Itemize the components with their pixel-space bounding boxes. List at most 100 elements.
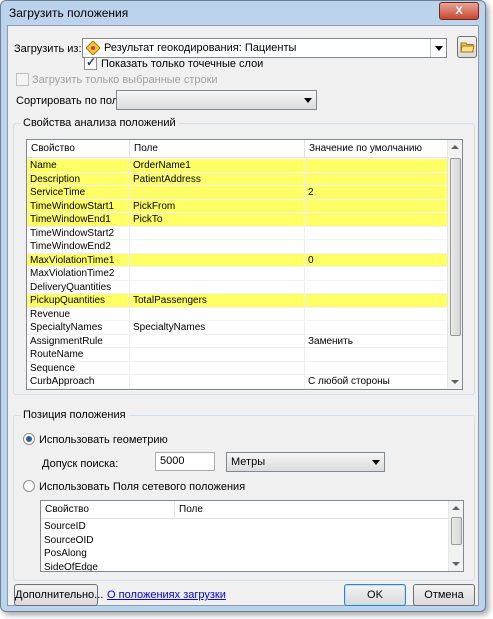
sort-by-combo[interactable]	[116, 90, 317, 110]
table-cell-property[interactable]: MaxViolationTime1	[27, 253, 130, 267]
column-header-default[interactable]: Значение по умолчанию	[305, 140, 449, 158]
table-cell-field[interactable]	[130, 361, 305, 375]
table-cell-property[interactable]: TimeWindowStart1	[27, 199, 130, 213]
table-cell-field[interactable]	[175, 534, 450, 548]
table-cell-field[interactable]	[130, 334, 305, 348]
table-cell-default[interactable]: С любой стороны	[305, 375, 449, 389]
chevron-down-icon[interactable]	[368, 453, 384, 471]
table-row[interactable]: SourceOID	[41, 534, 450, 548]
table-row[interactable]: Name OrderName1	[27, 159, 449, 173]
table-cell-property[interactable]: SourceOID	[41, 534, 175, 548]
table-row[interactable]: Sequence	[27, 361, 449, 375]
table-row[interactable]: DeliveryQuantities	[27, 280, 449, 294]
table-cell-field[interactable]: PickTo	[130, 213, 305, 227]
table-row[interactable]: MaxViolationTime2	[27, 267, 449, 281]
table-cell-field[interactable]	[130, 307, 305, 321]
table-row[interactable]: RouteName	[27, 348, 449, 362]
close-button[interactable]: X	[439, 2, 479, 20]
advanced-button[interactable]: Дополнительно...	[14, 584, 103, 606]
table-cell-default[interactable]	[305, 321, 449, 335]
table-cell-property[interactable]: ServiceTime	[27, 186, 130, 200]
table-cell-property[interactable]: SpecialtyNames	[27, 321, 130, 335]
scroll-up-icon[interactable]	[452, 506, 460, 510]
table-cell-property[interactable]: Revenue	[27, 307, 130, 321]
table-row[interactable]: ServiceTime 2	[27, 186, 449, 200]
table-cell-field[interactable]: PatientAddress	[130, 172, 305, 186]
properties-scrollbar[interactable]	[447, 140, 462, 389]
table-row[interactable]: CurbApproach С любой стороны	[27, 375, 449, 389]
cancel-button[interactable]: Отмена	[413, 584, 475, 606]
table-cell-property[interactable]: Name	[27, 159, 130, 173]
table-cell-field[interactable]	[130, 253, 305, 267]
table-cell-default[interactable]	[305, 307, 449, 321]
table-cell-default[interactable]	[305, 199, 449, 213]
table-row[interactable]: SourceID	[41, 520, 450, 534]
table-cell-default[interactable]	[305, 172, 449, 186]
chevron-down-icon[interactable]	[300, 91, 316, 109]
browse-button[interactable]	[457, 36, 477, 58]
table-cell-field[interactable]: PickFrom	[130, 199, 305, 213]
table-cell-property[interactable]: Sequence	[27, 361, 130, 375]
table-row[interactable]: TimeWindowStart1 PickFrom	[27, 199, 449, 213]
table-cell-property[interactable]: PickupQuantities	[27, 294, 130, 308]
table-cell-property[interactable]: DeliveryQuantities	[27, 280, 130, 294]
table-cell-property[interactable]: TimeWindowEnd1	[27, 213, 130, 227]
network-fields-scrollbar[interactable]	[448, 501, 463, 571]
table-cell-field[interactable]	[130, 280, 305, 294]
scroll-thumb[interactable]	[450, 158, 461, 336]
table-cell-default[interactable]: 0	[305, 253, 449, 267]
load-from-combo[interactable]: Результат геокодирования: Пациенты	[82, 38, 447, 58]
table-cell-field[interactable]	[175, 520, 450, 534]
properties-grid[interactable]: Свойство Поле Значение по умолчанию Name…	[26, 139, 463, 390]
about-load-locations-link[interactable]: О положениях загрузки	[107, 589, 226, 601]
use-network-fields-radio[interactable]	[23, 480, 35, 492]
table-cell-property[interactable]: Description	[27, 172, 130, 186]
table-cell-default[interactable]: Заменить	[305, 334, 449, 348]
table-cell-property[interactable]: PosAlong	[41, 547, 175, 561]
table-row[interactable]: TimeWindowEnd2	[27, 240, 449, 254]
use-geometry-radio[interactable]	[23, 433, 35, 445]
table-row[interactable]: TimeWindowStart2	[27, 226, 449, 240]
table-cell-property[interactable]: RouteName	[27, 348, 130, 362]
table-row[interactable]: PosAlong	[41, 547, 450, 561]
table-cell-field[interactable]: SpecialtyNames	[130, 321, 305, 335]
table-cell-field[interactable]	[130, 348, 305, 362]
table-cell-field[interactable]	[130, 267, 305, 281]
table-cell-field[interactable]: TotalPassengers	[130, 294, 305, 308]
table-row[interactable]: Description PatientAddress	[27, 172, 449, 186]
table-cell-field[interactable]	[130, 240, 305, 254]
table-cell-property[interactable]: SourceID	[41, 520, 175, 534]
table-cell-default[interactable]	[305, 361, 449, 375]
table-cell-property[interactable]: CurbApproach	[27, 375, 130, 389]
scroll-thumb[interactable]	[451, 517, 462, 545]
table-row[interactable]: PickupQuantities TotalPassengers	[27, 294, 449, 308]
search-tolerance-input[interactable]: 5000	[155, 452, 215, 471]
table-row[interactable]: Revenue	[27, 307, 449, 321]
table-cell-default[interactable]	[305, 280, 449, 294]
table-cell-property[interactable]: MaxViolationTime2	[27, 267, 130, 281]
table-cell-default[interactable]	[305, 159, 449, 173]
table-row[interactable]: SpecialtyNames SpecialtyNames	[27, 321, 449, 335]
scroll-up-icon[interactable]	[451, 145, 459, 149]
table-cell-property[interactable]: TimeWindowEnd2	[27, 240, 130, 254]
load-selected-only-checkbox[interactable]	[16, 73, 29, 86]
table-cell-default[interactable]	[305, 240, 449, 254]
column-header-field[interactable]: Поле	[130, 140, 305, 158]
column-header-field[interactable]: Поле	[175, 501, 450, 519]
ok-button[interactable]: OK	[344, 584, 406, 606]
table-cell-default[interactable]	[305, 267, 449, 281]
table-cell-field[interactable]	[175, 561, 450, 572]
column-header-property[interactable]: Свойство	[41, 501, 175, 519]
scroll-down-icon[interactable]	[451, 380, 459, 384]
chevron-down-icon[interactable]	[430, 39, 446, 57]
table-row[interactable]: SideOfEdge	[41, 561, 450, 572]
show-point-layers-checkbox[interactable]	[84, 55, 97, 70]
table-cell-field[interactable]	[130, 186, 305, 200]
table-row[interactable]: TimeWindowEnd1 PickTo	[27, 213, 449, 227]
table-cell-property[interactable]: AssignmentRule	[27, 334, 130, 348]
table-cell-field[interactable]: OrderName1	[130, 159, 305, 173]
table-cell-default[interactable]: 2	[305, 186, 449, 200]
table-row[interactable]: AssignmentRule Заменить	[27, 334, 449, 348]
table-cell-default[interactable]	[305, 226, 449, 240]
table-cell-field[interactable]	[175, 547, 450, 561]
